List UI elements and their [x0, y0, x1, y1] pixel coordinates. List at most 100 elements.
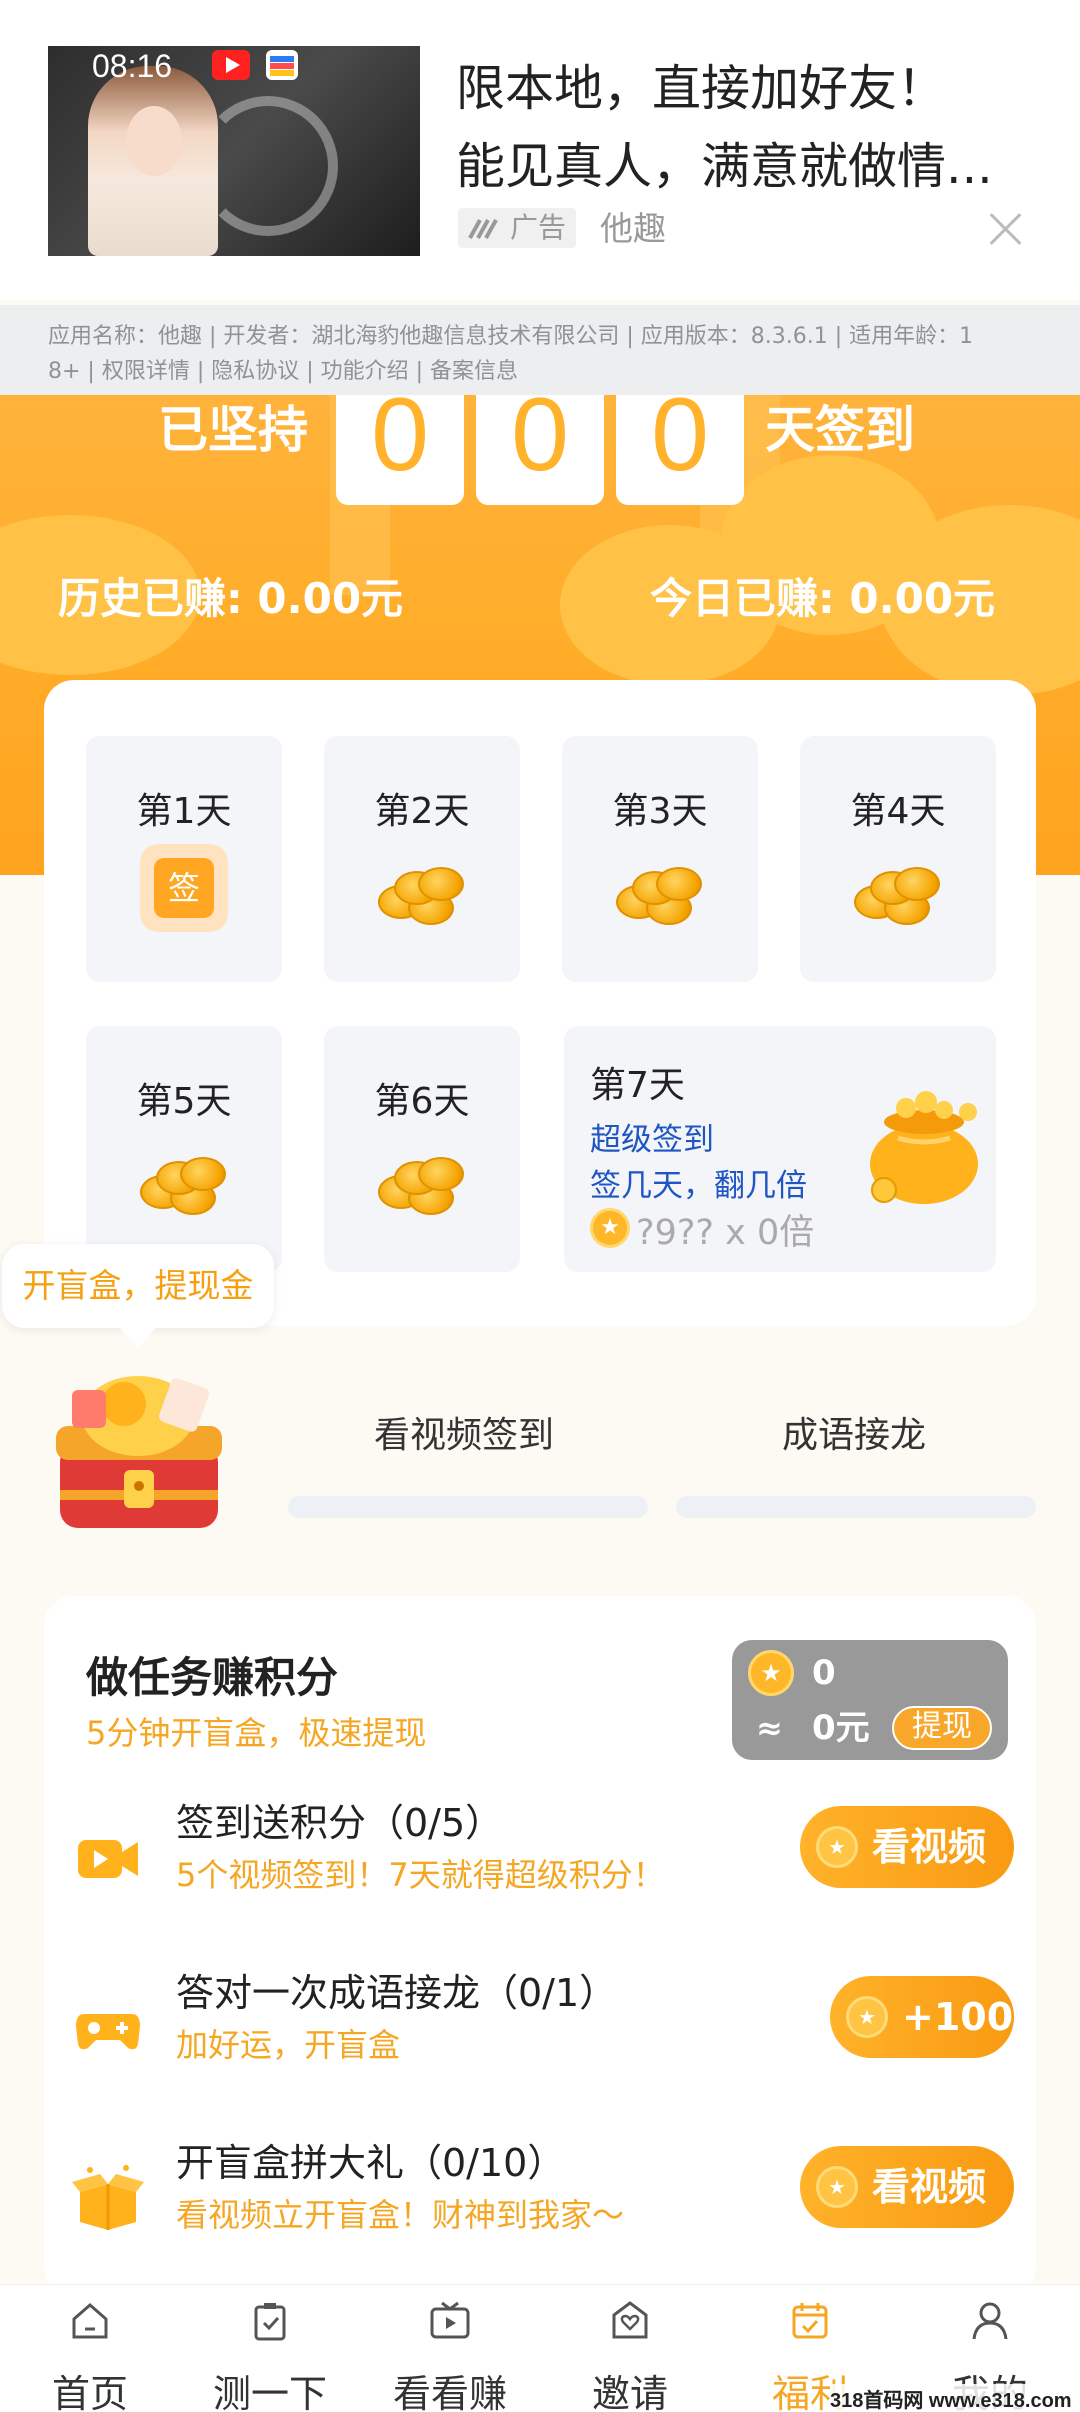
- task-card-title: 做任务赚积分: [86, 1653, 339, 1702]
- star-coin-icon: ★: [748, 1650, 794, 1696]
- button-label: 看视频: [872, 2165, 987, 2209]
- day-label: 第5天: [136, 1081, 232, 1122]
- nav-invite[interactable]: 邀请: [555, 2285, 705, 2412]
- day-label: 第6天: [374, 1081, 470, 1122]
- watch-video-button[interactable]: ★ 看视频: [800, 1806, 1014, 1888]
- task-card-subtitle: 5分钟开盲盒，极速提现: [86, 1714, 427, 1752]
- button-label: 看视频: [872, 1825, 987, 1869]
- day-1-tile[interactable]: 第1天 签: [86, 736, 282, 982]
- star-coin-icon: ★: [590, 1208, 630, 1248]
- task-subtitle: 5个视频签到！7天就得超级积分！: [176, 1856, 665, 1894]
- day-label: 第3天: [612, 791, 708, 832]
- super-sign-desc: 签几天，翻几倍: [590, 1168, 807, 1204]
- day-4-tile: 第4天: [800, 736, 996, 982]
- day-label: 第2天: [374, 791, 470, 832]
- cash-balance: 0元: [812, 1708, 870, 1748]
- day-6-tile: 第6天: [324, 1026, 520, 1272]
- streak-digit: 0: [616, 395, 744, 505]
- ad-title-line2[interactable]: 能见真人，满意就做情...: [456, 128, 1046, 206]
- sign-in-card: 第1天 签 第2天 第3天 第4天 第5天 第6天 第7天 超级签到 签几天，翻…: [44, 680, 1036, 1326]
- streak-digit: 0: [476, 395, 604, 505]
- video-camera-icon: [78, 1840, 138, 1878]
- nav-label: 首页: [51, 2372, 128, 2412]
- coin-stack-icon: [616, 861, 706, 931]
- watch-video-button[interactable]: ★ 看视频: [800, 2146, 1014, 2228]
- progress-bar: [288, 1496, 648, 1518]
- ad-info-line1: 应用名称：他趣 | 开发者：湖北海豹他趣信息技术有限公司 | 应用版本：8.3.…: [48, 324, 974, 349]
- ad-tag-label: 广告: [510, 211, 567, 244]
- tab-idiom-chain[interactable]: 成语接龙: [782, 1406, 926, 1458]
- loading-spinner-icon: [198, 96, 338, 236]
- home-icon: [72, 2303, 108, 2339]
- gold-pot-icon: [870, 1091, 978, 1204]
- ad-logo-icon: [468, 219, 498, 239]
- super-sign-multiplier: ?9?? x 0倍: [636, 1213, 815, 1253]
- streak-digit: 0: [336, 395, 464, 505]
- nav-test[interactable]: 测一下: [195, 2285, 345, 2412]
- day-5-tile: 第5天: [86, 1026, 282, 1272]
- ad-person-face: [126, 106, 182, 176]
- plus-100-button[interactable]: ★ +100: [830, 1976, 1014, 2058]
- clipboard-check-icon: [254, 2303, 286, 2341]
- blindbox-tooltip[interactable]: 开盲盒，提现金: [2, 1244, 274, 1348]
- withdraw-button[interactable]: 提现: [892, 1706, 992, 1750]
- ad-video-thumbnail[interactable]: 08:16: [48, 46, 420, 256]
- history-earnings: 历史已赚: 0.00元: [58, 574, 404, 623]
- coin-stack-icon: [378, 1151, 468, 1221]
- task-subtitle: 加好运，开盲盒: [176, 2026, 401, 2064]
- ad-brand: 他趣: [600, 209, 666, 248]
- nav-label: 看看赚: [392, 2372, 507, 2412]
- nav-watch-earn[interactable]: 看看赚: [375, 2285, 525, 2412]
- sign-badge-label: 签: [154, 858, 214, 918]
- treasure-chest-icon[interactable]: [46, 1360, 232, 1546]
- calendar-check-icon: [792, 2303, 828, 2339]
- gift-box-icon: [72, 2165, 144, 2230]
- heart-envelope-icon: [612, 2301, 648, 2339]
- approx-sign: ≈: [756, 1709, 783, 1747]
- day-label: 第1天: [136, 791, 232, 832]
- user-icon: [972, 2302, 1008, 2340]
- ad-tag: 广告: [458, 208, 577, 248]
- nav-home[interactable]: 首页: [15, 2285, 165, 2412]
- task-card: 做任务赚积分 5分钟开盲盒，极速提现 ★ 0 ≈ 0元 提现 签到送积分（0/5…: [44, 1596, 1036, 2296]
- day-label: 第7天: [590, 1065, 685, 1106]
- gamepad-icon: [76, 2014, 140, 2050]
- tab-watch-video-signin[interactable]: 看视频签到: [374, 1406, 554, 1458]
- watermark: 318首码网 www.e318.com: [830, 2384, 1072, 2412]
- star-coin-icon: ★: [846, 1996, 888, 2038]
- ad-info-line2[interactable]: 8+ | 权限详情 | 隐私协议 | 功能介绍 | 备案信息: [48, 359, 518, 384]
- streak-prefix: 已坚持: [158, 401, 308, 459]
- ad-time: 08:16: [92, 48, 173, 84]
- nav-label: 邀请: [591, 2372, 668, 2412]
- task-subtitle: 看视频立开盲盒！财神到我家～: [176, 2196, 625, 2234]
- nav-label: 测一下: [212, 2372, 327, 2412]
- app-logo-icon: [266, 50, 298, 80]
- day-3-tile: 第3天: [562, 736, 758, 982]
- ad-banner[interactable]: 08:16 限本地，直接加好友！ 能见真人，满意就做情... 广告 他趣: [0, 0, 1080, 300]
- video-app-icon: [212, 50, 250, 80]
- ad-app-info: 应用名称：他趣 | 开发者：湖北海豹他趣信息技术有限公司 | 应用版本：8.3.…: [0, 305, 1080, 395]
- day-7-super-tile: 第7天 超级签到 签几天，翻几倍 ★ ?9?? x 0倍: [564, 1026, 996, 1272]
- progress-bar: [676, 1496, 1036, 1518]
- ad-title-line1[interactable]: 限本地，直接加好友！: [456, 50, 1046, 128]
- task-row: 答对一次成语接龙（0/1） 加好运，开盲盒 ★ +100: [44, 1962, 1036, 2102]
- day-label: 第4天: [850, 791, 946, 832]
- task-row: 签到送积分（0/5） 5个视频签到！7天就得超级积分！ ★ 看视频: [44, 1792, 1036, 1932]
- coin-stack-icon: [140, 1151, 230, 1221]
- ad-title[interactable]: 限本地，直接加好友！ 能见真人，满意就做情...: [456, 50, 1046, 206]
- close-icon[interactable]: [985, 208, 1025, 248]
- points-balance: 0: [812, 1653, 836, 1693]
- button-label: +100: [902, 1995, 1014, 2039]
- today-earnings: 今日已赚: 0.00元: [650, 574, 996, 623]
- coin-stack-icon: [378, 861, 468, 931]
- star-coin-icon: ★: [816, 2166, 858, 2208]
- task-title: 签到送积分（0/5）: [176, 1801, 504, 1845]
- coin-stack-icon: [854, 861, 944, 931]
- tv-play-icon: [430, 2301, 470, 2339]
- task-title: 开盲盒拼大礼（0/10）: [176, 2141, 566, 2185]
- sign-in-icon[interactable]: 签: [140, 844, 228, 932]
- super-sign-title: 超级签到: [590, 1122, 714, 1158]
- task-row: 开盲盒拼大礼（0/10） 看视频立开盲盒！财神到我家～ ★ 看视频: [44, 2132, 1036, 2272]
- day-2-tile: 第2天: [324, 736, 520, 982]
- task-title: 答对一次成语接龙（0/1）: [176, 1971, 618, 2015]
